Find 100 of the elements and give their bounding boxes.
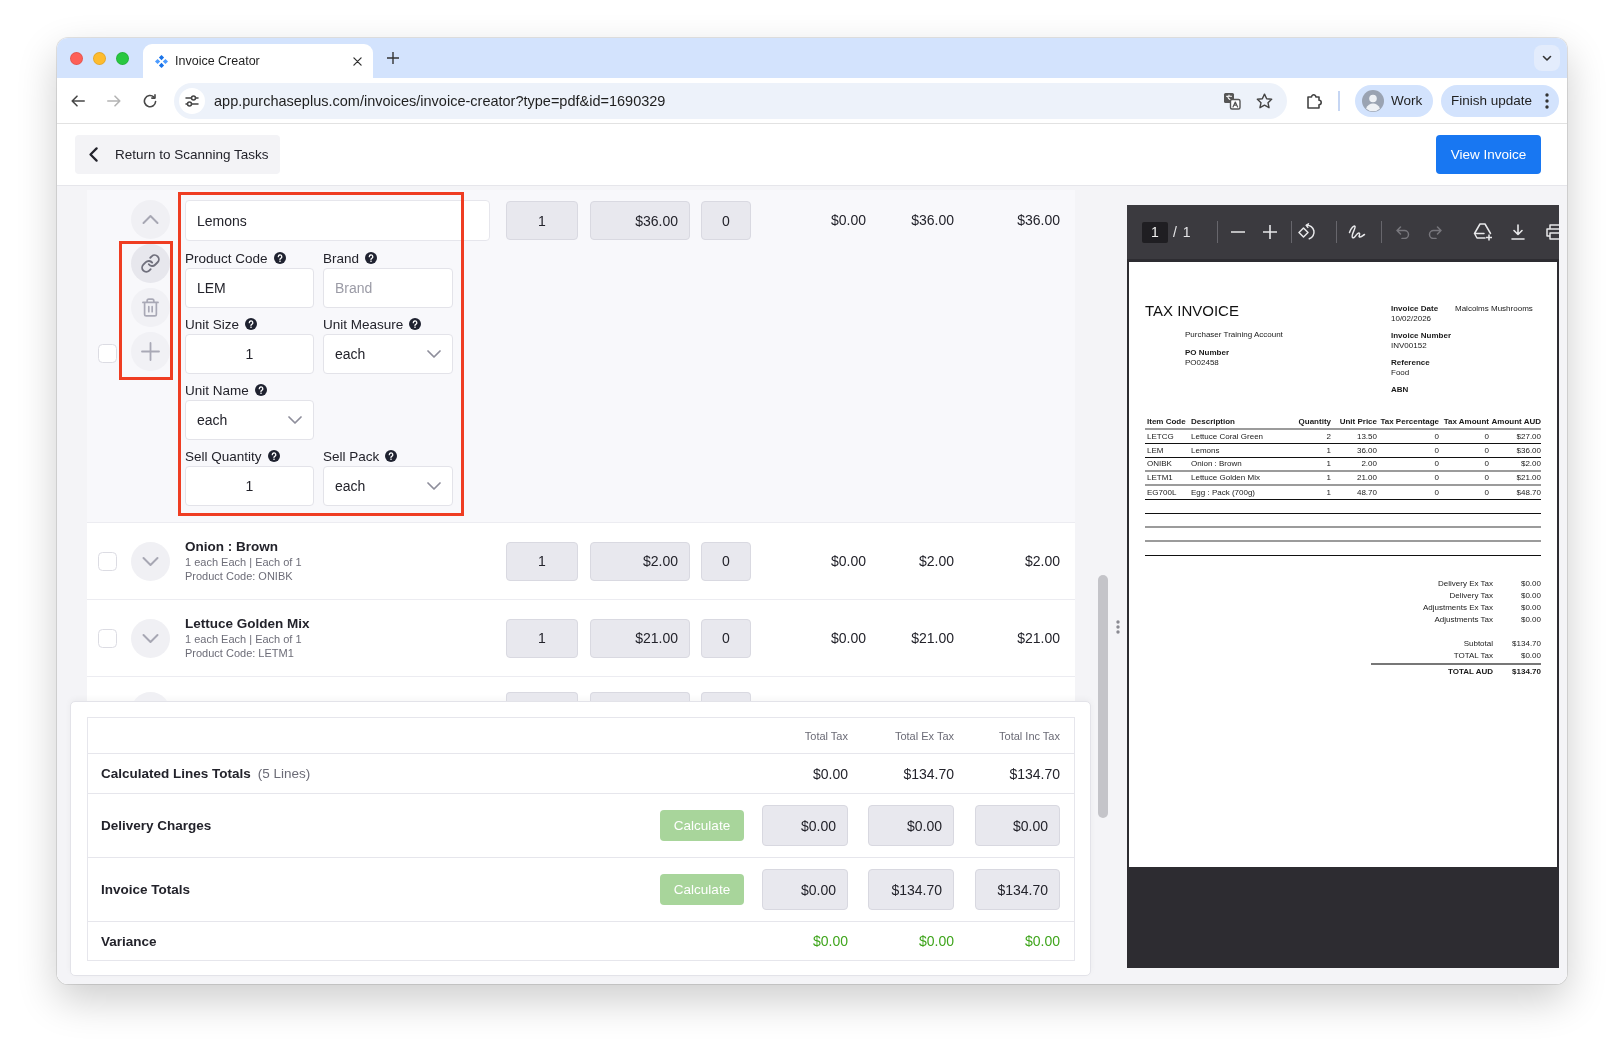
finish-update-button[interactable]: Finish update — [1441, 84, 1559, 117]
trash-icon[interactable] — [130, 288, 170, 327]
zoom-window-icon[interactable] — [116, 51, 129, 65]
product-code-text: Product Code: ONIBK — [185, 569, 294, 583]
quantity-field[interactable]: 1 — [506, 201, 578, 240]
row-label: Calculated Lines Totals — [101, 766, 251, 781]
tax-field[interactable]: 0 — [701, 618, 751, 658]
quantity-field[interactable]: 1 — [506, 541, 578, 581]
minimize-window-icon[interactable] — [93, 51, 106, 65]
variance-amount: $0.00 — [811, 933, 848, 949]
table-header: Item Code — [1146, 416, 1187, 427]
summary-value: $0.00 — [1519, 579, 1541, 589]
total-amount: $134.70 — [1008, 765, 1060, 782]
triangle-plus-icon[interactable] — [1473, 223, 1493, 241]
address-bar[interactable]: app.purchaseplus.com/invoices/invoice-creator?type=pdf&id=1690329 — [174, 82, 1287, 119]
amount-field[interactable]: $0.00 — [975, 805, 1060, 846]
browser-tab[interactable]: Invoice Creator — [143, 44, 373, 78]
summary-value: $0.00 — [1519, 651, 1541, 661]
link-icon[interactable] — [130, 244, 170, 283]
summary-value: $0.00 — [1519, 591, 1541, 601]
amount-text: $21.00 — [1017, 630, 1060, 646]
profile-button[interactable]: Work — [1355, 84, 1433, 117]
meta-label: ABN — [1391, 385, 1410, 395]
sliders-icon[interactable] — [179, 87, 205, 114]
table-cell-text: 0 — [1433, 445, 1439, 456]
variance-amount: $0.00 — [1023, 933, 1060, 949]
chevron-left-icon — [89, 147, 98, 162]
po-number: PO02458 — [1185, 358, 1220, 368]
select-field[interactable]: each — [323, 334, 453, 374]
view-invoice-button[interactable]: View Invoice — [1436, 135, 1541, 174]
chevron-down-icon[interactable] — [1534, 45, 1560, 71]
drag-handle-icon[interactable] — [1116, 620, 1120, 634]
table-cell-text: 1 — [1325, 445, 1331, 456]
pack-size-text: 1 each Each | Each of 1 — [185, 555, 303, 569]
number-field[interactable]: 1 — [185, 334, 314, 374]
plus-icon[interactable] — [387, 52, 399, 64]
tax-field[interactable]: 0 — [701, 201, 751, 240]
price-field[interactable]: $21.00 — [590, 618, 690, 658]
rotate-icon[interactable] — [1298, 223, 1316, 241]
item-name-field[interactable]: Lemons — [185, 200, 490, 241]
chevron-down-icon[interactable] — [130, 618, 170, 658]
tax-field[interactable] — [701, 692, 751, 701]
download-icon[interactable] — [1511, 224, 1525, 240]
tax-field[interactable]: 0 — [701, 541, 751, 581]
text-field[interactable]: LEM — [185, 268, 314, 308]
star-icon[interactable] — [1256, 92, 1273, 109]
amount-text: $36.00 — [911, 212, 954, 228]
number-field[interactable]: 1 — [185, 466, 314, 506]
amount-field[interactable]: $0.00 — [762, 869, 848, 910]
chevron-up-icon[interactable] — [130, 200, 170, 239]
meta-value: 10/02/2026 — [1391, 314, 1433, 324]
table-cell-text: 13.50 — [1355, 431, 1377, 442]
avatar-icon — [1362, 89, 1384, 112]
printer-icon[interactable] — [1546, 224, 1559, 240]
price-field[interactable]: $2.00 — [590, 541, 690, 581]
amount-field[interactable]: $134.70 — [975, 869, 1060, 910]
squiggle-icon[interactable] — [1348, 224, 1366, 240]
quantity-field[interactable] — [506, 692, 578, 701]
checkbox[interactable] — [98, 551, 117, 571]
table-header: Tax Percentage — [1379, 416, 1439, 427]
price-field[interactable]: $36.00 — [590, 201, 690, 240]
puzzle-piece-icon[interactable] — [1307, 92, 1324, 109]
line-count: (5 Lines) — [257, 766, 311, 781]
summary-label: Delivery Ex Tax — [1438, 579, 1493, 589]
scrollbar[interactable] — [1098, 575, 1108, 818]
amount-field[interactable]: $0.00 — [868, 805, 954, 846]
close-window-icon[interactable] — [70, 51, 83, 65]
chevron-down-icon — [288, 416, 302, 424]
meta-label: Invoice Date — [1391, 304, 1440, 314]
checkbox[interactable] — [98, 628, 117, 648]
quantity-field[interactable]: 1 — [506, 618, 578, 658]
text-field[interactable]: Brand — [323, 268, 453, 308]
close-icon[interactable] — [353, 56, 362, 66]
field-label: Brand — [323, 250, 360, 266]
row-label: Variance — [101, 933, 157, 949]
translate-icon[interactable] — [1223, 91, 1241, 110]
table-cell-text: LETCG — [1146, 431, 1175, 442]
summary-label: Delivery Tax — [1449, 591, 1493, 601]
select-field[interactable]: each — [185, 400, 314, 440]
select-field[interactable]: each — [323, 466, 453, 506]
page-number-field[interactable]: 1 — [1142, 221, 1168, 243]
amount-field[interactable]: $134.70 — [868, 869, 954, 910]
table-cell-text: LEM — [1146, 445, 1165, 456]
table-cell-text: $27.00 — [1515, 431, 1541, 442]
help-icon — [385, 450, 398, 462]
chevron-down-icon[interactable] — [130, 541, 170, 581]
back-arrow-icon[interactable] — [71, 94, 85, 107]
checkbox[interactable] — [98, 343, 117, 363]
price-field[interactable] — [590, 692, 690, 701]
item-name: Lettuce Golden Mix — [185, 616, 311, 632]
total-amount: $134.70 — [902, 765, 954, 782]
column-header: Total Ex Tax — [893, 729, 954, 742]
table-cell-text: 1 — [1325, 473, 1331, 483]
table-cell-text: 36.00 — [1355, 445, 1377, 456]
table-cell-text: 21.00 — [1355, 473, 1377, 483]
table-cell-text: 0 — [1483, 459, 1489, 469]
amount-field[interactable]: $0.00 — [762, 805, 848, 846]
summary-label: Adjustments Ex Tax — [1422, 603, 1493, 613]
return-button[interactable]: Return to Scanning Tasks — [75, 135, 280, 174]
reload-icon[interactable] — [143, 93, 157, 108]
